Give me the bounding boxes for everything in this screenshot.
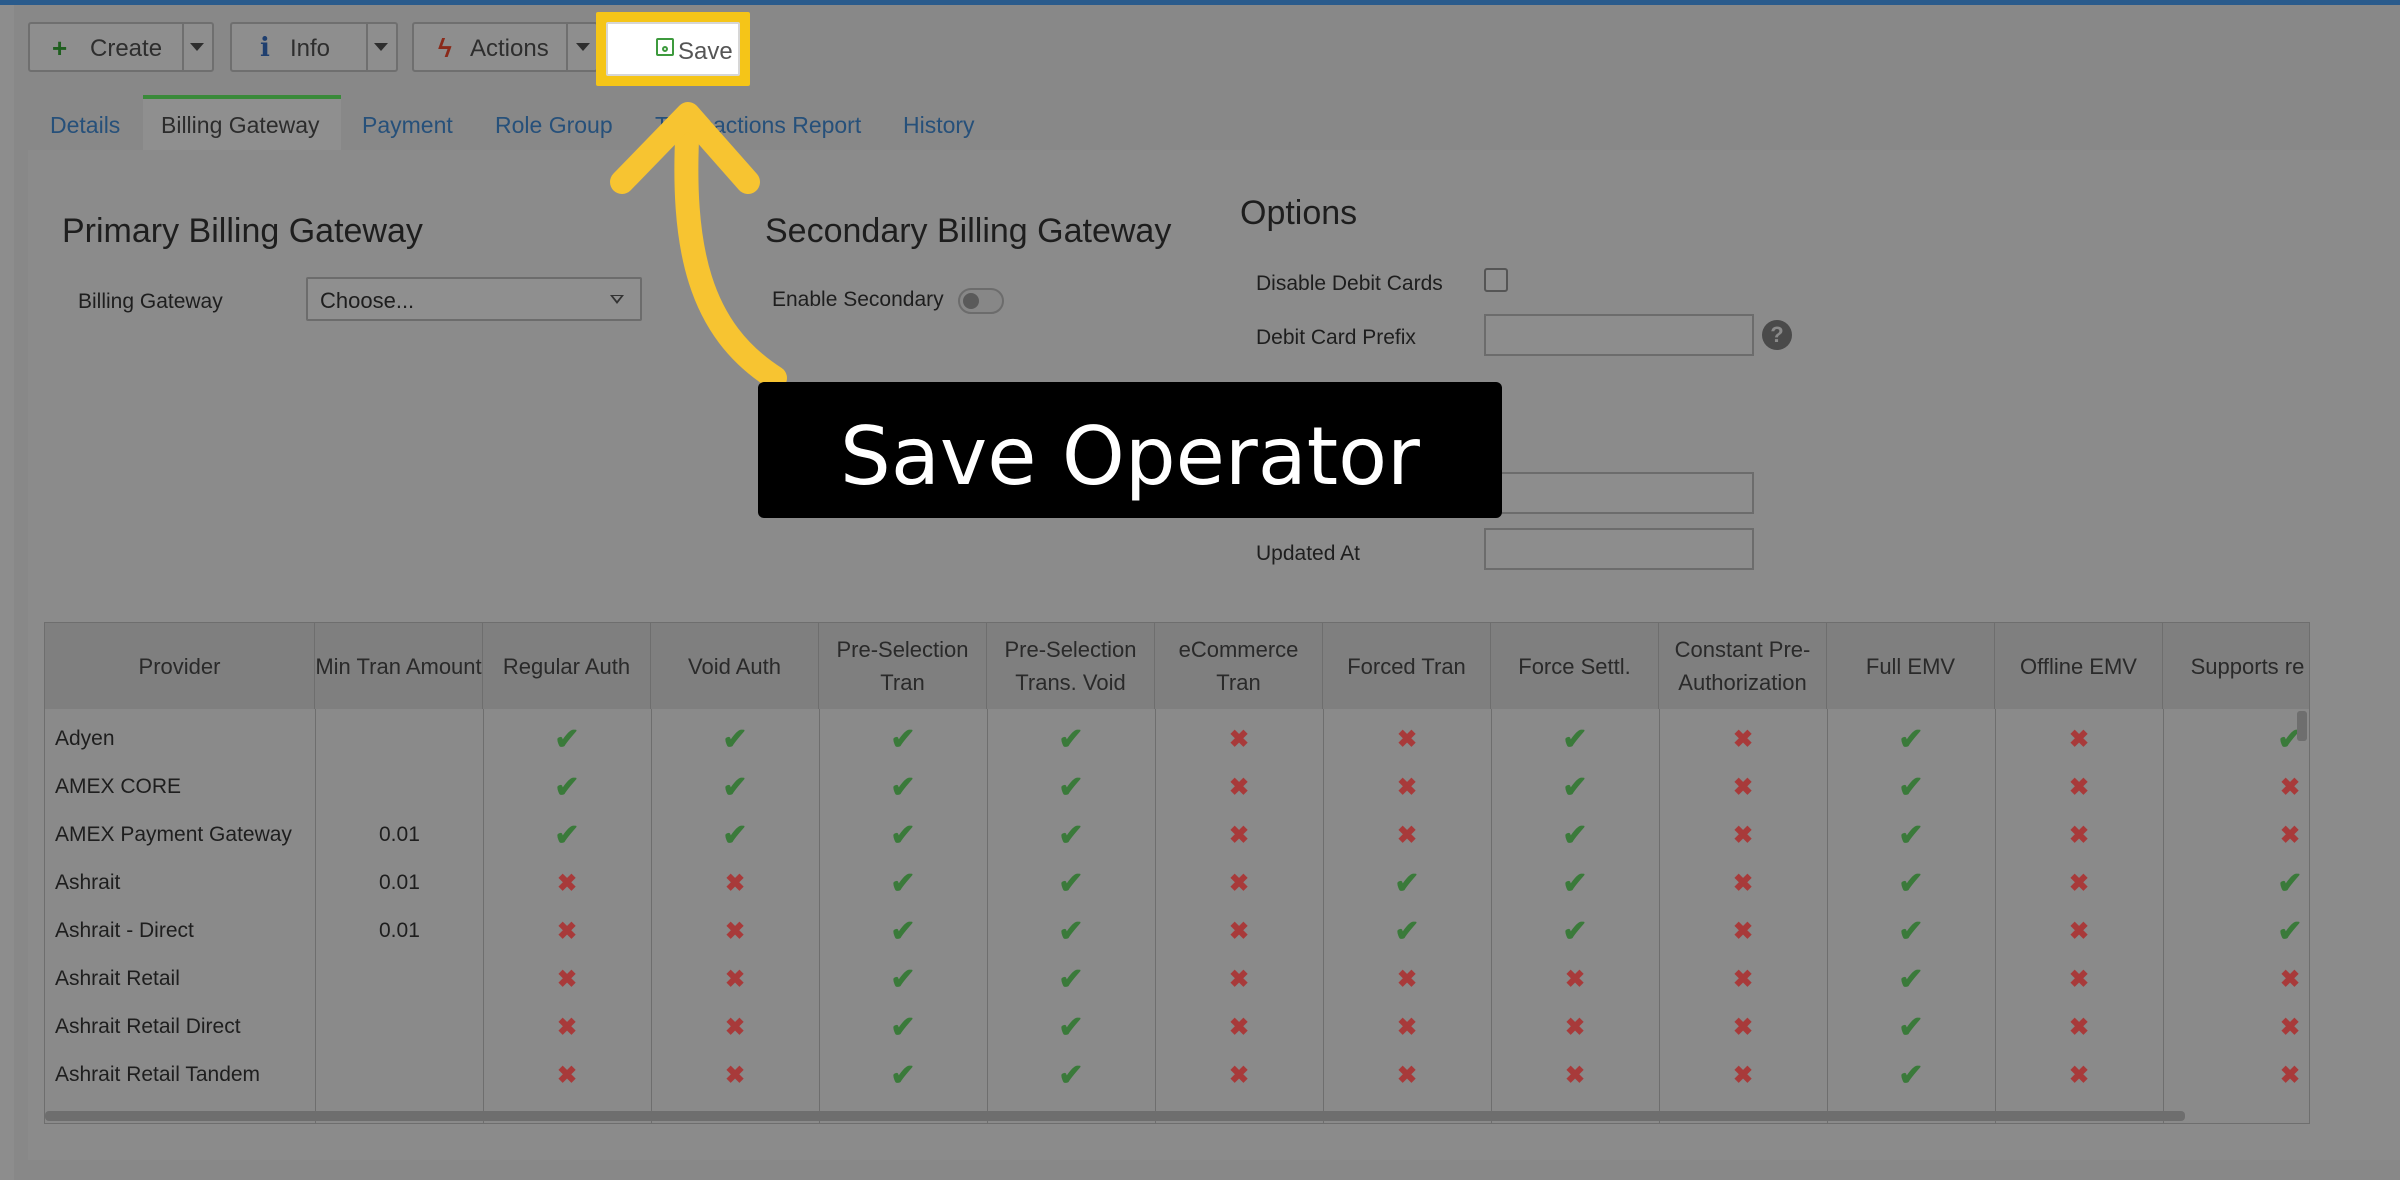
- annotation-arrow: [610, 102, 787, 390]
- annotation-text: Save Operator: [840, 410, 1420, 503]
- annotation-callout: Save Operator: [758, 382, 1502, 518]
